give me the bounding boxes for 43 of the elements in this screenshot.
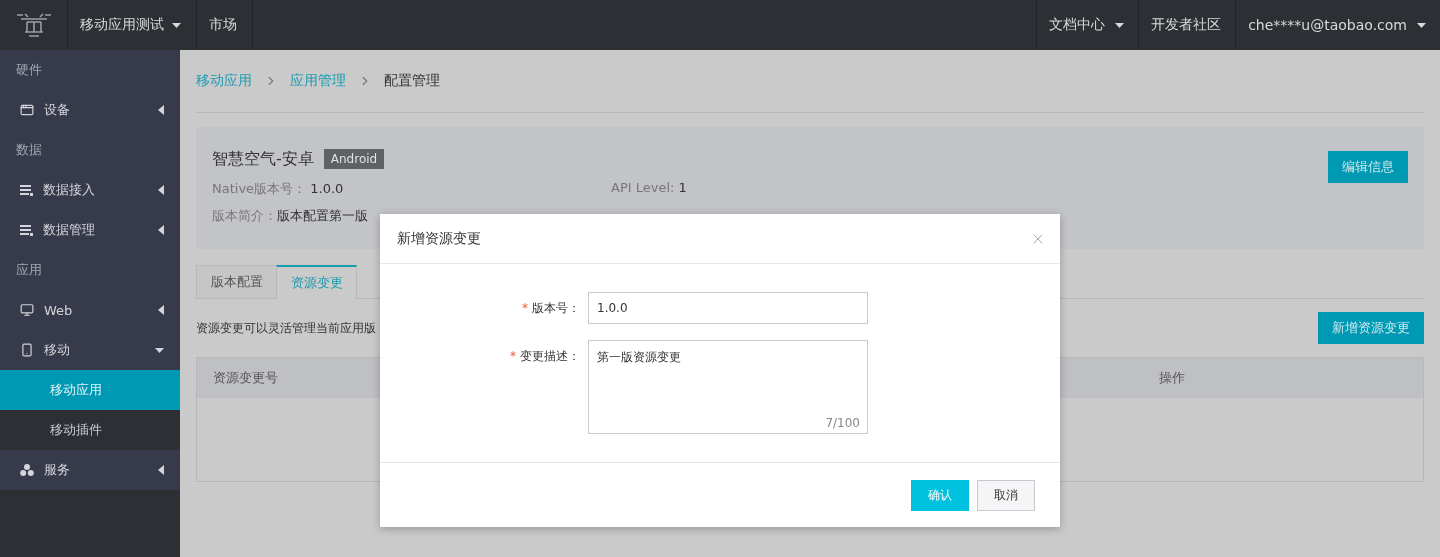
column-header: 资源变更号: [213, 369, 279, 387]
caret-icon: [158, 465, 164, 475]
sidebar-item[interactable]: Web: [0, 290, 180, 330]
field-label: * 变更描述：: [509, 348, 580, 365]
char-counter: 7/100: [825, 416, 860, 430]
section-title: 硬件: [15, 61, 43, 79]
list-icon: [20, 184, 33, 196]
column-header: 操作: [1159, 369, 1186, 387]
caret-icon: [158, 105, 164, 115]
caret-icon: [158, 225, 164, 235]
nav-link[interactable]: 市场: [197, 0, 253, 50]
cancel-button[interactable]: 取消: [977, 479, 1035, 511]
section-title: 应用: [15, 261, 43, 279]
caret-icon: [155, 347, 164, 353]
app-name: 智慧空气-安卓: [212, 148, 314, 170]
info-field: 版本简介：版本配置第一版: [212, 207, 611, 225]
input-field[interactable]: 1.0.0: [588, 292, 868, 324]
circles-icon: [20, 464, 34, 476]
info-field: API Level: 1: [611, 180, 1408, 198]
nav-link[interactable]: 开发者社区: [1138, 0, 1236, 50]
sidebar-item[interactable]: 服务: [0, 450, 180, 490]
sidebar-item[interactable]: 设备: [0, 90, 180, 130]
dialog-title: 新增资源变更: [397, 229, 481, 248]
monitor-icon: [20, 303, 34, 317]
breadcrumb-current: 配置管理: [384, 72, 440, 90]
description-text: 资源变更可以灵活管理当前应用版: [196, 319, 376, 337]
logo-icon: [14, 10, 53, 40]
platform-badge: Android: [323, 149, 385, 169]
caret-icon: [158, 185, 164, 195]
list-icon: [20, 224, 33, 236]
info-field: Native版本号： 1.0.0: [212, 180, 611, 198]
window-icon: [20, 103, 34, 117]
sidebar-subitem[interactable]: 移动插件: [0, 410, 180, 450]
caret-icon: [158, 305, 164, 315]
nav-link[interactable]: che****u@taobao.com: [1235, 0, 1440, 50]
tab[interactable]: 版本配置: [196, 265, 277, 298]
sidebar-item[interactable]: 移动: [0, 330, 180, 370]
nav-link[interactable]: 文档中心: [1036, 0, 1139, 50]
phone-icon: [20, 343, 34, 357]
sidebar-item[interactable]: 数据管理: [0, 210, 180, 250]
sidebar-item[interactable]: 数据接入: [0, 170, 180, 210]
field-label: * 版本号：: [521, 300, 580, 317]
section-title: 数据: [15, 141, 43, 159]
